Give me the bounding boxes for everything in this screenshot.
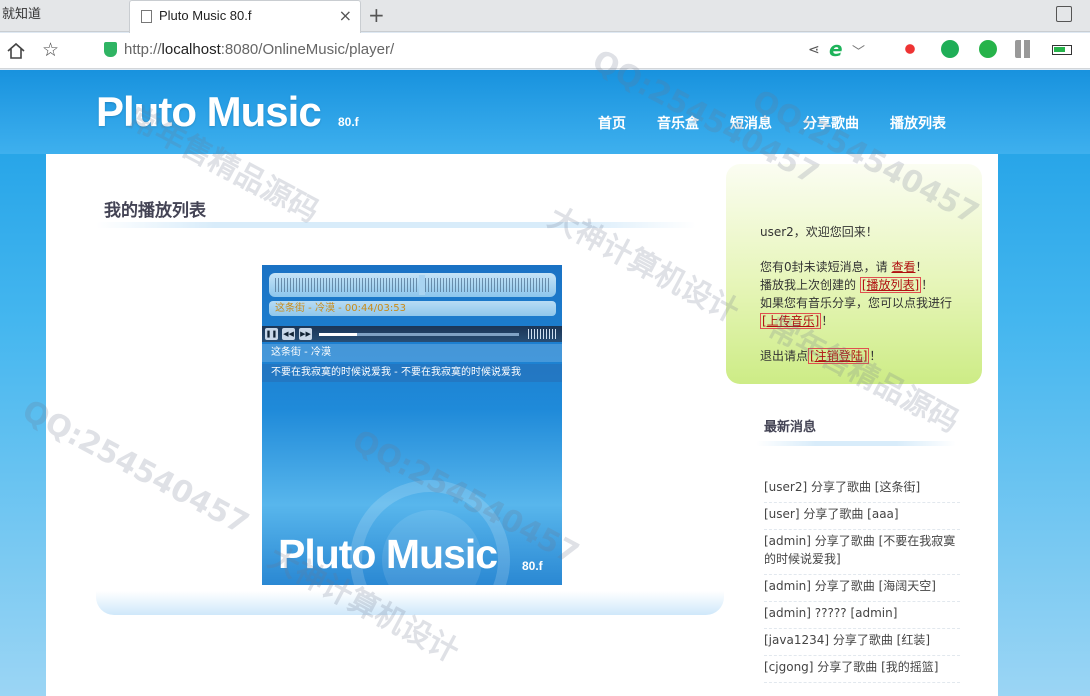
browser-engine-icon[interactable]: e bbox=[829, 37, 843, 61]
progress-fill bbox=[319, 333, 357, 336]
player-logo: Pluto Music bbox=[278, 531, 498, 577]
nav-item-home[interactable]: 首页 bbox=[598, 113, 626, 133]
url-field[interactable]: http://localhost:8080/OnlineMusic/player… bbox=[124, 41, 394, 58]
currency-shield-icon[interactable] bbox=[941, 40, 959, 58]
upload-notice-suffix: ！ bbox=[821, 314, 834, 328]
address-bar: ☆ http://localhost:8080/OnlineMusic/play… bbox=[0, 33, 1090, 69]
previous-track-icon[interactable]: ◀◀ bbox=[282, 328, 295, 340]
main-panel: 我的播放列表 这条街 - 冷漠 - 00:44/03:53 ❚❚ ◀◀ ▶▶ 这… bbox=[66, 164, 724, 615]
security-icon[interactable] bbox=[979, 40, 997, 58]
playlist-notice: 播放我上次创建的 [播放列表]！ bbox=[760, 276, 960, 294]
player-controls: ❚❚ ◀◀ ▶▶ bbox=[262, 326, 562, 342]
tab-close-icon[interactable]: × bbox=[339, 6, 352, 25]
welcome-box: user2，欢迎您回来！ 您有0封未读短消息，请 查看！ 播放我上次创建的 [播… bbox=[726, 164, 982, 384]
progress-bar[interactable] bbox=[319, 333, 519, 336]
playlist-item[interactable]: 这条街 - 冷漠 bbox=[262, 344, 562, 362]
url-host: localhost bbox=[161, 41, 221, 58]
nav-item-share-songs[interactable]: 分享歌曲 bbox=[803, 113, 859, 133]
nav-item-messages[interactable]: 短消息 bbox=[730, 113, 772, 133]
main-nav: 首页 音乐盒 短消息 分享歌曲 播放列表 bbox=[598, 113, 977, 133]
new-tab-button[interactable]: + bbox=[368, 3, 385, 27]
news-item[interactable]: [admin] 分享了歌曲 [海阔天空] bbox=[764, 575, 960, 602]
browser-tab-active[interactable]: Pluto Music 80.f × bbox=[129, 0, 361, 33]
logout-notice: 退出请点 [注销登陆]！ bbox=[760, 347, 960, 365]
logout-link[interactable]: [注销登陆] bbox=[808, 348, 870, 364]
url-path: :8080/OnlineMusic/player/ bbox=[220, 41, 395, 58]
next-track-icon[interactable]: ▶▶ bbox=[299, 328, 312, 340]
page-title: 我的播放列表 bbox=[104, 201, 206, 221]
now-playing-label: 这条街 - 冷漠 - 00:44/03:53 bbox=[269, 301, 556, 316]
player-logo-version: 80.f bbox=[522, 559, 543, 573]
message-notice-suffix: ！ bbox=[915, 260, 928, 274]
view-messages-link[interactable]: 查看 bbox=[891, 260, 915, 274]
playlist-notice-suffix: ！ bbox=[921, 278, 934, 292]
upload-notice-text: 如果您有音乐分享，您可以点我进行 bbox=[760, 296, 953, 310]
music-player: 这条街 - 冷漠 - 00:44/03:53 ❚❚ ◀◀ ▶▶ 这条街 - 冷漠… bbox=[262, 265, 562, 585]
upload-notice: 如果您有音乐分享，您可以点我进行 [上传音乐]！ bbox=[760, 294, 960, 330]
news-item[interactable]: [user2] 分享了歌曲 [这条街] bbox=[764, 476, 960, 503]
skin-icon[interactable] bbox=[1056, 6, 1072, 22]
tab-title: Pluto Music 80.f bbox=[159, 8, 252, 23]
news-item[interactable]: [admin] ????? [admin] bbox=[764, 602, 960, 629]
home-icon[interactable] bbox=[6, 41, 26, 61]
site-logo-version: 80.f bbox=[338, 115, 359, 129]
message-notice-text: 您有0封未读短消息，请 bbox=[760, 260, 888, 274]
browser-tab-previous[interactable]: 就知道 bbox=[0, 0, 128, 32]
content-area: 我的播放列表 这条街 - 冷漠 - 00:44/03:53 ❚❚ ◀◀ ▶▶ 这… bbox=[46, 154, 998, 696]
browser-tab-bar: 就知道 Pluto Music 80.f × + bbox=[0, 0, 1090, 33]
chevron-down-icon[interactable]: ﹀ bbox=[852, 41, 865, 60]
bookmark-star-icon[interactable]: ☆ bbox=[42, 39, 59, 61]
playlist-notice-text: 播放我上次创建的 bbox=[760, 278, 857, 292]
news-item[interactable]: [java1234] 分享了歌曲 [红装] bbox=[764, 629, 960, 656]
logout-notice-text: 退出请点 bbox=[760, 349, 809, 363]
equalizer-visualizer bbox=[269, 273, 556, 297]
news-item[interactable]: [admin] 分享了歌曲 [不要在我寂寞的时候说爱我] bbox=[764, 530, 960, 575]
pause-icon[interactable]: ❚❚ bbox=[265, 328, 278, 340]
upload-music-link[interactable]: [上传音乐] bbox=[760, 313, 822, 329]
title-divider bbox=[96, 222, 696, 228]
playlist-link[interactable]: [播放列表] bbox=[859, 277, 922, 293]
security-shield-icon[interactable] bbox=[104, 42, 117, 57]
page-icon bbox=[141, 10, 152, 23]
site-logo[interactable]: Pluto Music bbox=[96, 88, 322, 136]
news-list: [user2] 分享了歌曲 [这条街] [user] 分享了歌曲 [aaa] [… bbox=[764, 476, 960, 683]
volume-slider[interactable] bbox=[528, 329, 556, 339]
playlist-item[interactable]: 不要在我寂寞的时候说爱我 - 不要在我寂寞的时候说爱我 bbox=[262, 364, 562, 382]
latest-news-panel: 最新消息 [user2] 分享了歌曲 [这条街] [user] 分享了歌曲 [a… bbox=[726, 404, 982, 696]
share-icon[interactable]: ⋖ bbox=[808, 42, 820, 58]
greeting: user2，欢迎您回来！ bbox=[760, 225, 878, 239]
url-prefix: http:// bbox=[124, 41, 162, 58]
news-divider bbox=[756, 441, 956, 446]
page: Pluto Music 80.f 首页 音乐盒 短消息 分享歌曲 播放列表 我的… bbox=[0, 70, 1090, 696]
nav-item-playlist[interactable]: 播放列表 bbox=[890, 113, 946, 133]
news-item[interactable]: [cjgong] 分享了歌曲 [我的摇篮] bbox=[764, 656, 960, 683]
message-notice: 您有0封未读短消息，请 查看！ bbox=[760, 258, 960, 276]
news-title: 最新消息 bbox=[764, 420, 817, 435]
main-panel-footer bbox=[96, 591, 724, 615]
scissors-icon[interactable] bbox=[901, 40, 919, 58]
nav-item-music-box[interactable]: 音乐盒 bbox=[657, 113, 699, 133]
news-item[interactable]: [user] 分享了歌曲 [aaa] bbox=[764, 503, 960, 530]
welcome-text: user2，欢迎您回来！ 您有0封未读短消息，请 查看！ 播放我上次创建的 [播… bbox=[760, 223, 960, 365]
logout-notice-suffix: ！ bbox=[869, 349, 882, 363]
battery-icon bbox=[1052, 45, 1072, 55]
apps-grid-icon[interactable] bbox=[1015, 40, 1033, 58]
